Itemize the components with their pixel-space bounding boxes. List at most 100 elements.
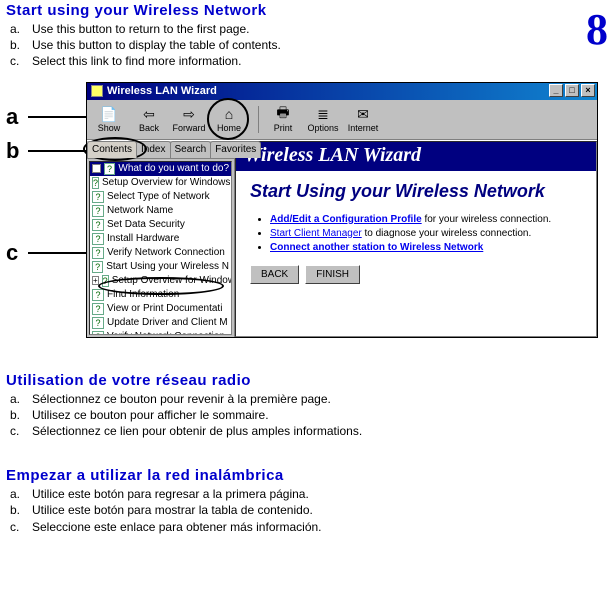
toolbar-show[interactable]: 📄Show xyxy=(89,102,129,137)
tree-item[interactable]: ?Verify Network Connection xyxy=(90,246,231,260)
section-title-en: Start using your Wireless Network xyxy=(6,2,610,19)
item-text: Utilice este botón para regresar a la pr… xyxy=(32,486,309,502)
tree-item[interactable]: ?Network Name xyxy=(90,204,231,218)
tree-label: Setup Overview for Windows X xyxy=(112,275,232,286)
item-text: Select this link to find more informatio… xyxy=(32,53,241,69)
left-pane: Contents Index Search Favorites -?What d… xyxy=(87,141,235,337)
tab-index[interactable]: Index xyxy=(136,141,170,158)
tree-item[interactable]: ?Install Hardware xyxy=(90,232,231,246)
contents-tree[interactable]: -?What do you want to do? ?Setup Overvie… xyxy=(89,161,232,335)
expand-icon[interactable]: + xyxy=(92,276,99,285)
tree-label: View or Print Documentati xyxy=(107,303,222,314)
content-link[interactable]: Start Client Manager xyxy=(270,228,362,239)
toolbar: 📄Show ⇦Back ⇨Forward ⌂Home 🖶Print ≣Optio… xyxy=(87,100,597,140)
section-fr: Utilisation de votre réseau radio a.Séle… xyxy=(0,370,616,440)
tree-label: Find Information xyxy=(107,289,179,300)
tab-favorites[interactable]: Favorites xyxy=(210,141,261,158)
item-text: Sélectionnez ce bouton pour revenir à la… xyxy=(32,391,331,407)
item-text: Use this button to display the table of … xyxy=(32,37,281,53)
content-text: to diagnose your wireless connection. xyxy=(362,228,532,239)
forward-icon: ⇨ xyxy=(180,105,198,123)
spacer xyxy=(0,439,616,465)
help-topic-icon: ? xyxy=(92,177,99,189)
toolbar-forward[interactable]: ⇨Forward xyxy=(169,102,209,137)
content-body: Start Using your Wireless Network Add/Ed… xyxy=(236,171,596,294)
section-title-fr: Utilisation de votre réseau radio xyxy=(6,372,610,389)
help-topic-icon: ? xyxy=(92,205,104,217)
callout-a: a xyxy=(6,104,18,130)
tree-item[interactable]: ?Verify Network Connection xyxy=(90,330,231,335)
help-topic-icon: ? xyxy=(92,219,104,231)
close-button[interactable]: × xyxy=(581,84,595,97)
tree-label: Verify Network Connection xyxy=(107,331,225,335)
help-topic-icon: ? xyxy=(102,275,109,287)
tree-item[interactable]: +?Setup Overview for Windows X xyxy=(90,274,231,288)
callout-c: c xyxy=(6,240,18,266)
item-text: Sélectionnez ce lien pour obtenir de plu… xyxy=(32,423,362,439)
toolbar-label: Options xyxy=(307,123,338,133)
window-controls: _ □ × xyxy=(549,84,595,97)
content-text: for your wireless connection. xyxy=(422,214,552,225)
page-number: 8 xyxy=(586,4,608,55)
toolbar-options[interactable]: ≣Options xyxy=(303,102,343,137)
tree-item[interactable]: ?Select Type of Network xyxy=(90,190,231,204)
list-item: a.Use this button to return to the first… xyxy=(10,21,610,37)
tree-label: Update Driver and Client M xyxy=(107,317,228,328)
list-item: a.Utilice este botón para regresar a la … xyxy=(10,486,610,502)
help-topic-icon: ? xyxy=(92,233,104,245)
item-letter: c. xyxy=(10,423,32,439)
toolbar-label: Home xyxy=(217,123,241,133)
maximize-button[interactable]: □ xyxy=(565,84,579,97)
content-buttons: BACK FINISH xyxy=(250,265,582,284)
tab-contents[interactable]: Contents xyxy=(87,141,137,158)
help-topic-icon: ? xyxy=(92,247,104,259)
content-header: Wireless LAN Wizard xyxy=(236,142,596,171)
toolbar-home[interactable]: ⌂Home xyxy=(209,102,249,137)
content-list-item: Connect another station to Wireless Netw… xyxy=(270,242,582,253)
content-pane: Wireless LAN Wizard Start Using your Wir… xyxy=(235,141,597,337)
item-letter: b. xyxy=(10,407,32,423)
instruction-list-en: a.Use this button to return to the first… xyxy=(6,21,610,70)
tree-label: What do you want to do? xyxy=(118,163,229,174)
tab-search[interactable]: Search xyxy=(170,141,212,158)
toolbar-print[interactable]: 🖶Print xyxy=(263,102,303,137)
tree-item[interactable]: ?View or Print Documentati xyxy=(90,302,231,316)
tree-item[interactable]: -?What do you want to do? xyxy=(90,162,231,176)
toolbar-back[interactable]: ⇦Back xyxy=(129,102,169,137)
item-text: Seleccione este enlace para obtener más … xyxy=(32,519,322,535)
tree-label: Set Data Security xyxy=(107,219,185,230)
content-link[interactable]: Add/Edit a Configuration Profile xyxy=(270,214,422,225)
back-button[interactable]: BACK xyxy=(250,265,299,284)
item-text: Utilisez ce bouton pour afficher le somm… xyxy=(32,407,269,423)
back-icon: ⇦ xyxy=(140,105,158,123)
tree-item-find-info[interactable]: ?Find Information xyxy=(90,288,231,302)
tree-item[interactable]: ?Setup Overview for Windows 9 xyxy=(90,176,231,190)
tree-item[interactable]: ?Start Using your Wireless N xyxy=(90,260,231,274)
instruction-list-fr: a.Sélectionnez ce bouton pour revenir à … xyxy=(6,391,610,440)
content-list: Add/Edit a Configuration Profile for you… xyxy=(250,214,582,253)
item-text: Utilice este botón para mostrar la tabla… xyxy=(32,502,313,518)
expand-icon[interactable]: - xyxy=(92,164,101,173)
minimize-button[interactable]: _ xyxy=(549,84,563,97)
section-title-es: Empezar a utilizar la red inalámbrica xyxy=(6,467,610,484)
app-icon xyxy=(91,85,103,97)
spacer xyxy=(0,348,616,370)
finish-button[interactable]: FINISH xyxy=(305,265,360,284)
help-topic-icon: ? xyxy=(104,163,116,175)
content-title: Start Using your Wireless Network xyxy=(250,181,582,202)
content-link[interactable]: Connect another station to Wireless Netw… xyxy=(270,242,483,253)
list-item: b.Utilisez ce bouton pour afficher le so… xyxy=(10,407,610,423)
tree-item[interactable]: ?Update Driver and Client M xyxy=(90,316,231,330)
item-letter: c. xyxy=(10,53,32,69)
item-letter: a. xyxy=(10,391,32,407)
item-letter: a. xyxy=(10,486,32,502)
toolbar-internet[interactable]: ✉Internet xyxy=(343,102,383,137)
instruction-list-es: a.Utilice este botón para regresar a la … xyxy=(6,486,610,535)
item-letter: b. xyxy=(10,37,32,53)
tree-item[interactable]: ?Set Data Security xyxy=(90,218,231,232)
help-topic-icon: ? xyxy=(92,289,104,301)
help-topic-icon: ? xyxy=(92,317,104,329)
app-window: Wireless LAN Wizard _ □ × 📄Show ⇦Back ⇨F… xyxy=(86,82,598,338)
toolbar-label: Show xyxy=(98,123,121,133)
tree-label: Install Hardware xyxy=(107,233,179,244)
